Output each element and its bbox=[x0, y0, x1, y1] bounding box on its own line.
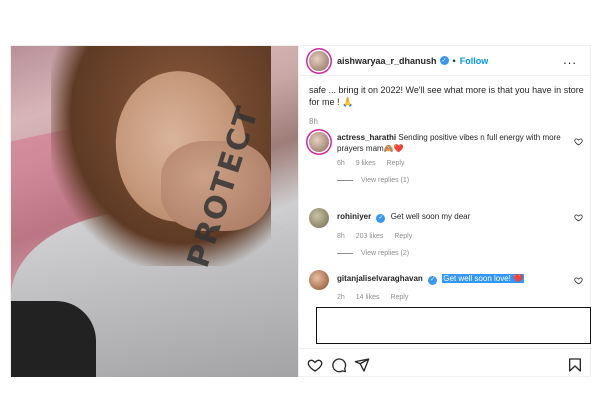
comment-meta: 6h 9 likes Reply bbox=[337, 160, 591, 167]
view-replies-button[interactable]: View replies (1) bbox=[337, 177, 591, 184]
post-photo[interactable]: PROTECT bbox=[11, 46, 298, 377]
photo-sleeve bbox=[11, 301, 96, 377]
commenter-username[interactable]: actress_harathi bbox=[337, 133, 396, 142]
bookmark-icon[interactable] bbox=[567, 357, 583, 373]
verified-badge-icon: ✓ bbox=[428, 276, 438, 285]
follow-button[interactable]: Follow bbox=[460, 56, 489, 66]
comment-meta: 8h 203 likes Reply bbox=[337, 233, 591, 240]
verified-badge-icon: ✓ bbox=[439, 56, 449, 65]
view-replies-button[interactable]: View replies (2) bbox=[337, 250, 591, 257]
comment-time[interactable]: 2h bbox=[337, 294, 345, 301]
comment-like-heart-icon[interactable] bbox=[574, 213, 583, 222]
comment-body: rohiniyer ✓ Get well soon my dear bbox=[337, 208, 591, 223]
reply-button[interactable]: Reply bbox=[394, 233, 412, 240]
reply-button[interactable]: Reply bbox=[387, 160, 405, 167]
comment-icon[interactable] bbox=[331, 357, 347, 373]
commenter-avatar[interactable] bbox=[309, 208, 329, 228]
comment-time[interactable]: 6h bbox=[337, 160, 345, 167]
comment-likes[interactable]: 9 likes bbox=[356, 160, 376, 167]
comment-body: gitanjaliselvaraghavan ✓ Get well soon l… bbox=[337, 270, 591, 285]
comment-item: rohiniyer ✓ Get well soon my dear 8h 203… bbox=[309, 208, 591, 257]
comment-meta: 2h 14 likes Reply bbox=[337, 294, 591, 301]
comment-likes[interactable]: 14 likes bbox=[356, 294, 380, 301]
comment-like-heart-icon[interactable] bbox=[574, 276, 583, 285]
author-username[interactable]: aishwaryaa_r_dhanush bbox=[337, 56, 437, 66]
comment-time[interactable]: 8h bbox=[337, 233, 345, 240]
post-caption: safe ... bring it on 2022! We'll see wha… bbox=[309, 84, 589, 128]
post-header: aishwaryaa_r_dhanush ✓ • Follow ... bbox=[299, 46, 591, 76]
commenter-username[interactable]: gitanjaliselvaraghavan bbox=[337, 274, 423, 283]
header-dot: • bbox=[452, 55, 456, 66]
comment-item-highlighted: gitanjaliselvaraghavan ✓ Get well soon l… bbox=[309, 270, 591, 301]
commenter-username[interactable]: rohiniyer bbox=[337, 212, 371, 221]
comment-highlight-box bbox=[316, 307, 591, 344]
actions-divider bbox=[299, 348, 592, 349]
heart-icon[interactable] bbox=[307, 357, 323, 373]
comment-text: Get well soon my dear bbox=[390, 212, 471, 221]
caption-time[interactable]: 8h bbox=[309, 116, 589, 128]
replies-divider bbox=[337, 180, 353, 181]
verified-badge-icon: ✓ bbox=[376, 214, 386, 223]
more-options-icon[interactable]: ... bbox=[563, 52, 577, 67]
selected-comment-text: Get well soon love! ❤️ bbox=[442, 274, 525, 283]
instagram-post: PROTECT aishwaryaa_r_dhanush ✓ • Follow … bbox=[10, 45, 592, 377]
comment-item: actress_harathi Sending positive vibes n… bbox=[309, 132, 591, 184]
view-replies-label: View replies (2) bbox=[361, 250, 410, 257]
commenter-avatar[interactable] bbox=[309, 270, 329, 290]
caption-text: safe ... bring it on 2022! We'll see wha… bbox=[309, 85, 584, 107]
comment-body: actress_harathi Sending positive vibes n… bbox=[337, 132, 591, 154]
replies-divider bbox=[337, 253, 353, 254]
paper-plane-icon[interactable] bbox=[354, 357, 370, 373]
view-replies-label: View replies (1) bbox=[361, 177, 410, 184]
comment-like-heart-icon[interactable] bbox=[574, 137, 583, 146]
author-avatar[interactable] bbox=[309, 50, 329, 71]
post-actions-bar bbox=[307, 357, 582, 373]
reply-button[interactable]: Reply bbox=[390, 294, 408, 301]
comment-likes[interactable]: 203 likes bbox=[356, 233, 384, 240]
commenter-avatar[interactable] bbox=[309, 132, 329, 152]
